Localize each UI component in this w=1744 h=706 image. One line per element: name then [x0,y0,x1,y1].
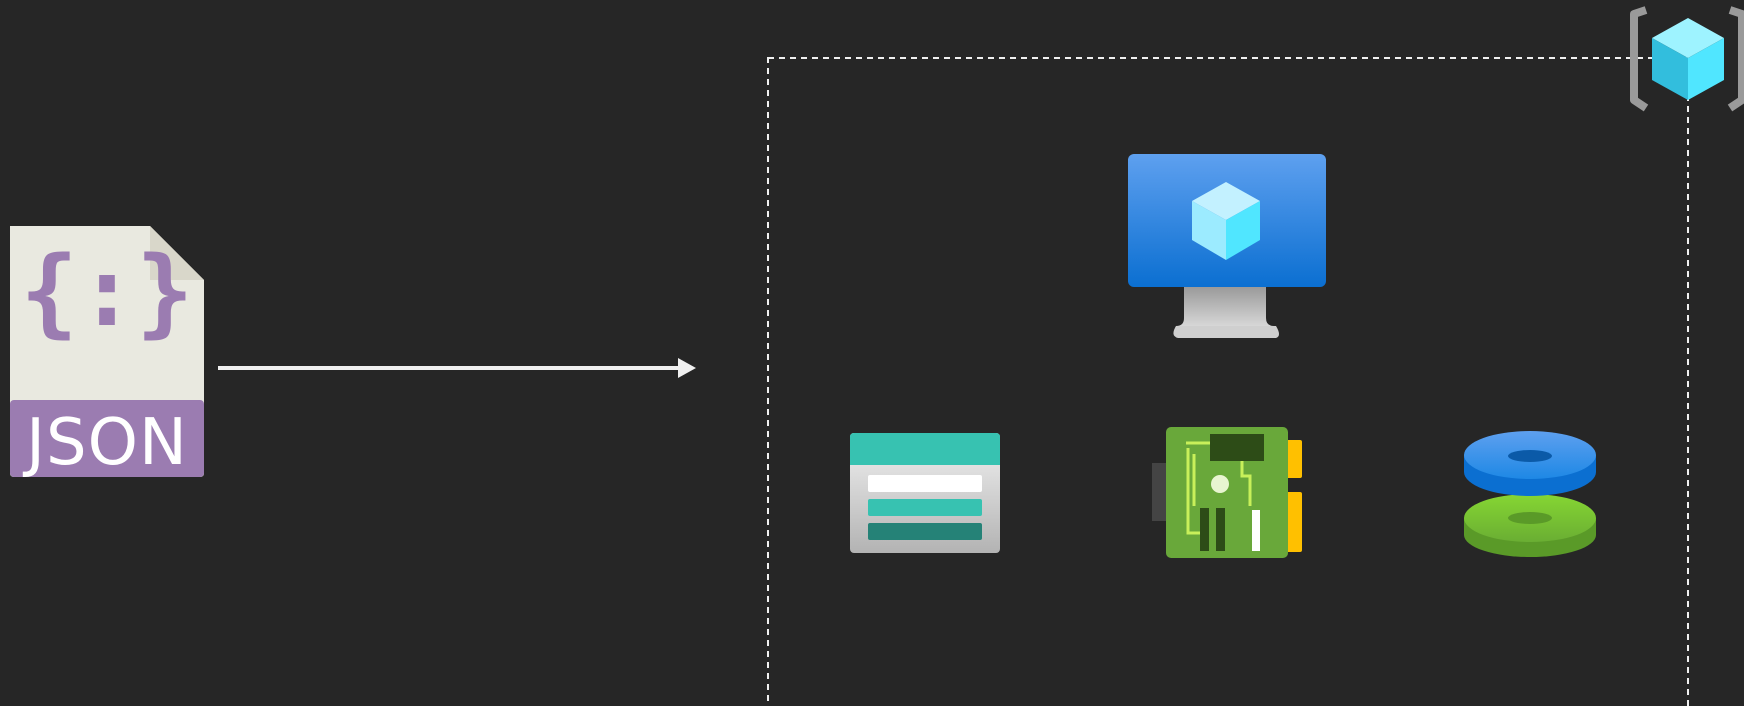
diagram-svg: {:} JSON [10,6,1744,706]
managed-disks-icon [1464,431,1596,557]
network-interface-icon [1152,427,1302,558]
json-braces-glyph: {:} [20,236,193,348]
json-file-icon: {:} JSON [10,226,204,480]
arrow-right-icon [218,358,696,378]
storage-account-icon [850,433,1000,553]
virtual-machine-icon [1128,154,1326,338]
json-label: JSON [22,406,188,480]
deployment-diagram: {:} JSON [0,0,1744,706]
